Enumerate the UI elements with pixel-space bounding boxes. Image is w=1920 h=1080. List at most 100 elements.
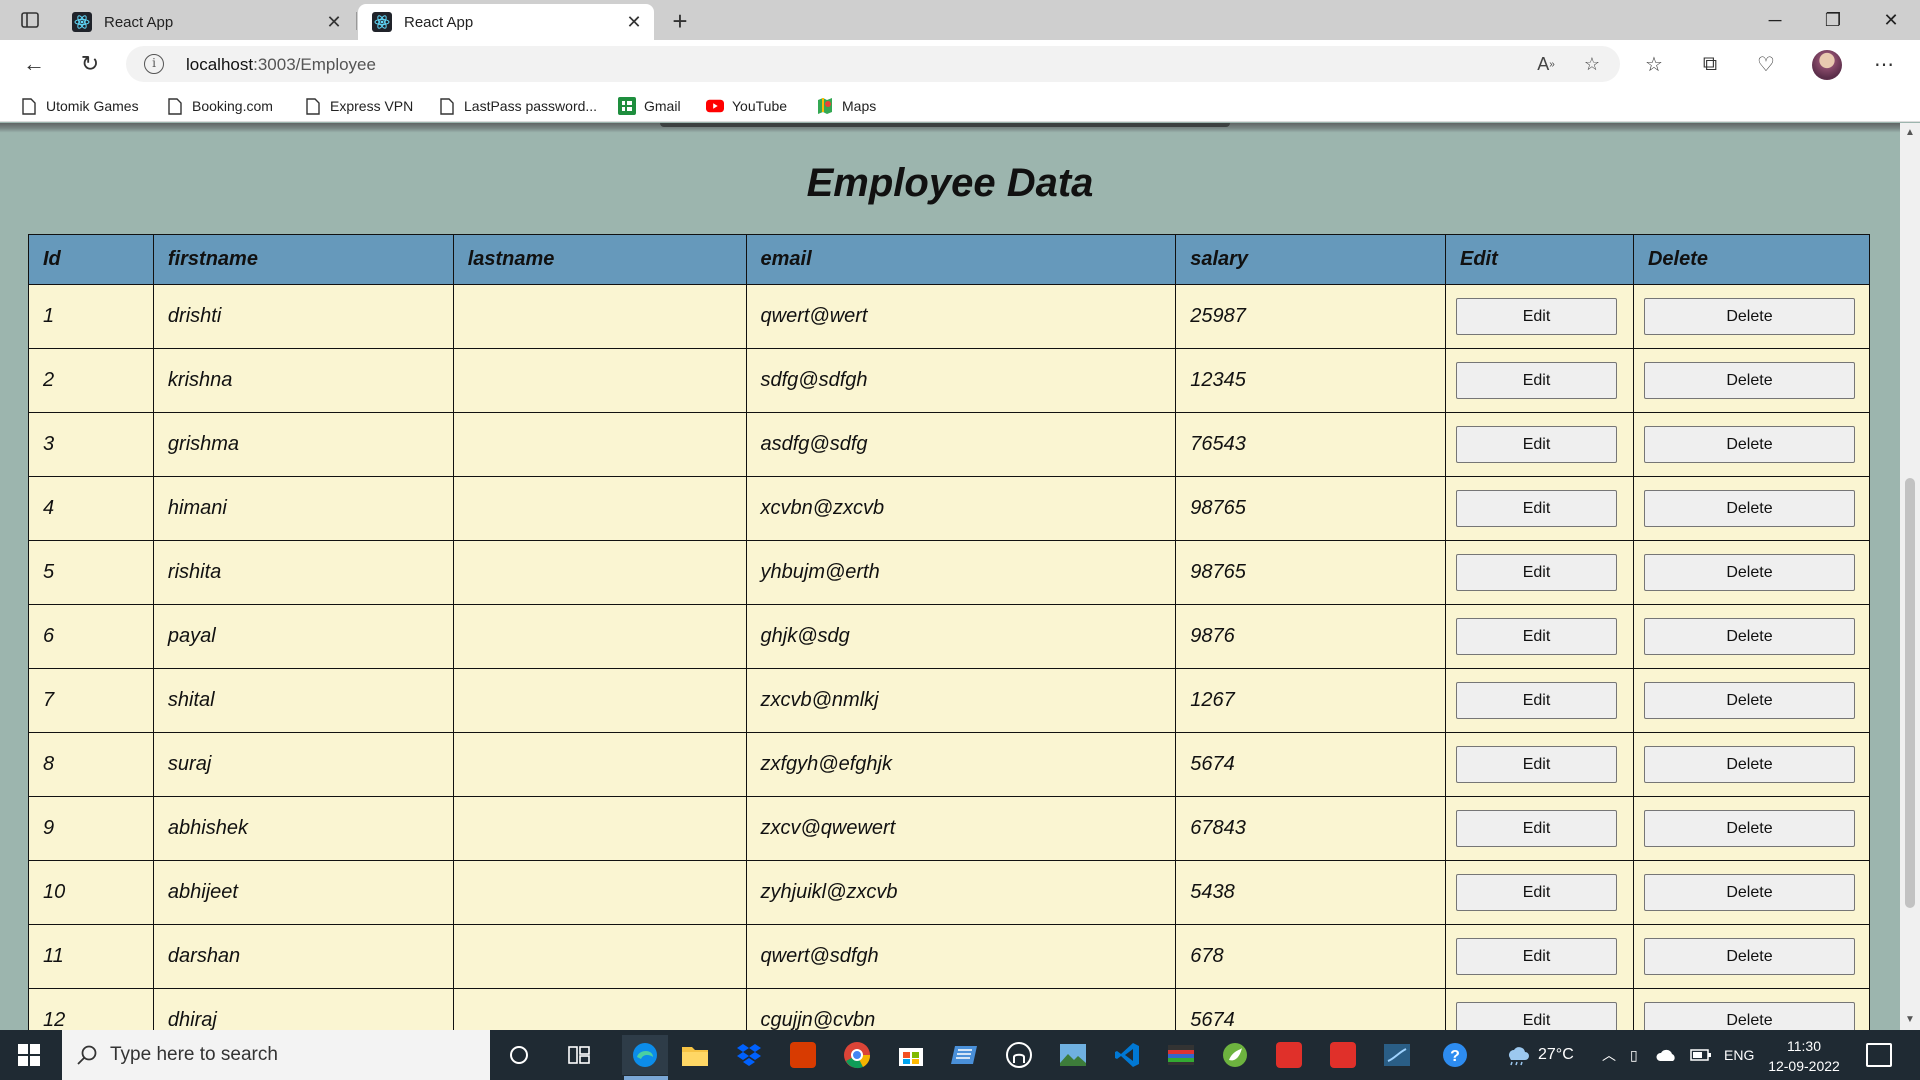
delete-button[interactable]: Delete — [1643, 362, 1855, 399]
cell-id: 12 — [28, 988, 154, 1030]
taskbar-clock[interactable]: 11:30 12-09-2022 — [1764, 1036, 1844, 1076]
edit-button[interactable]: Edit — [1456, 490, 1617, 527]
tablet-icon[interactable]: ▯ — [1630, 1030, 1638, 1080]
edit-button[interactable]: Edit — [1456, 426, 1617, 463]
table-row: 1 drishti qwert@wert 25987 Edit Delete — [28, 284, 1871, 349]
edit-button[interactable]: Edit — [1456, 682, 1617, 719]
cell-lastname — [452, 476, 747, 541]
bookmark-lastpass[interactable]: LastPass password... — [438, 96, 597, 116]
edit-button[interactable]: Edit — [1456, 618, 1617, 655]
delete-button[interactable]: Delete — [1643, 298, 1855, 335]
delete-button[interactable]: Delete — [1643, 682, 1855, 719]
weather-widget[interactable]: 27°C — [1504, 1030, 1574, 1080]
browser-essentials-icon[interactable]: ♡ — [1750, 48, 1782, 80]
edit-button[interactable]: Edit — [1456, 810, 1617, 847]
page-icon — [438, 97, 456, 115]
language-indicator[interactable]: ENG — [1724, 1030, 1754, 1080]
git-app-2-icon[interactable] — [1320, 1035, 1366, 1075]
show-hidden-icons[interactable]: ︿ — [1602, 1030, 1616, 1080]
microsoft-store-icon[interactable] — [888, 1035, 934, 1075]
read-aloud-icon[interactable]: A» — [1532, 52, 1560, 76]
minimize-icon[interactable]: ─ — [1746, 0, 1804, 40]
database-tool-icon[interactable] — [1374, 1035, 1420, 1075]
tab-actions-icon[interactable] — [14, 8, 46, 32]
help-icon[interactable]: ? — [1432, 1035, 1478, 1075]
add-favorite-icon[interactable]: ☆ — [1578, 52, 1606, 76]
edit-button[interactable]: Edit — [1456, 746, 1617, 783]
battery-icon[interactable] — [1690, 1030, 1712, 1080]
tab-react-app-2[interactable]: React App ✕ — [358, 4, 654, 40]
tab-strip: React App ✕ React App ✕ + ─ ❐ ✕ — [0, 0, 1920, 40]
terminal-app-icon[interactable] — [1158, 1035, 1204, 1075]
edit-button[interactable]: Edit — [1456, 554, 1617, 591]
bookmark-booking[interactable]: Booking.com — [166, 96, 273, 116]
edit-button[interactable]: Edit — [1456, 298, 1617, 335]
edit-button[interactable]: Edit — [1456, 938, 1617, 975]
office-icon[interactable] — [780, 1035, 826, 1075]
new-tab-icon[interactable]: + — [666, 6, 694, 37]
delete-button[interactable]: Delete — [1643, 426, 1855, 463]
notes-app-icon[interactable] — [942, 1035, 988, 1075]
browser-toolbar: ← ↻ i localhost:3003/Employee A» ☆ ☆ ⧉ ♡… — [0, 40, 1920, 88]
delete-button[interactable]: Delete — [1643, 810, 1855, 847]
cell-email: sdfg@sdfgh — [745, 348, 1177, 413]
github-desktop-icon[interactable] — [996, 1035, 1042, 1075]
close-tab-icon[interactable]: ✕ — [320, 12, 348, 33]
taskbar-search-box[interactable]: Type here to search — [62, 1030, 490, 1080]
bookmark-youtube[interactable]: YouTube — [706, 96, 787, 116]
cell-lastname — [452, 988, 747, 1030]
spring-tools-icon[interactable] — [1212, 1035, 1258, 1075]
vscode-icon[interactable] — [1104, 1035, 1150, 1075]
bookmark-express-vpn[interactable]: Express VPN — [304, 96, 413, 116]
git-app-icon[interactable] — [1266, 1035, 1312, 1075]
photos-app-icon[interactable] — [1050, 1035, 1096, 1075]
address-bar[interactable]: i localhost:3003/Employee A» ☆ — [126, 46, 1620, 82]
chrome-icon[interactable] — [834, 1035, 880, 1075]
delete-button[interactable]: Delete — [1643, 1002, 1855, 1030]
cortana-icon[interactable] — [496, 1035, 542, 1075]
column-header-id: Id — [28, 234, 154, 285]
cell-lastname — [452, 924, 747, 989]
edit-button[interactable]: Edit — [1456, 362, 1617, 399]
edit-button[interactable]: Edit — [1456, 874, 1617, 911]
url-text[interactable]: localhost:3003/Employee — [186, 55, 376, 75]
search-icon — [76, 1044, 98, 1066]
tab-react-app-1[interactable]: React App ✕ — [58, 4, 354, 40]
delete-button[interactable]: Delete — [1643, 554, 1855, 591]
delete-button[interactable]: Delete — [1643, 938, 1855, 975]
scroll-down-icon[interactable]: ▼ — [1900, 1010, 1920, 1030]
windows-start-icon[interactable] — [0, 1030, 58, 1080]
task-view-icon[interactable] — [556, 1035, 602, 1075]
collections-icon[interactable]: ⧉ — [1694, 48, 1726, 80]
favorites-icon[interactable]: ☆ — [1638, 48, 1670, 80]
close-window-icon[interactable]: ✕ — [1862, 0, 1920, 40]
dropbox-icon[interactable] — [726, 1035, 772, 1075]
bookmark-gmail[interactable]: Gmail — [618, 96, 681, 116]
profile-avatar[interactable] — [1812, 50, 1842, 80]
svg-text:?: ? — [1450, 1048, 1460, 1065]
more-menu-icon[interactable]: ⋯ — [1868, 48, 1900, 80]
refresh-icon[interactable]: ↻ — [74, 48, 106, 80]
edit-button[interactable]: Edit — [1456, 1002, 1617, 1030]
onedrive-icon[interactable] — [1656, 1030, 1678, 1080]
notification-center-icon[interactable] — [1866, 1043, 1892, 1067]
delete-button[interactable]: Delete — [1643, 618, 1855, 655]
cell-lastname — [452, 860, 747, 925]
back-icon[interactable]: ← — [18, 48, 50, 80]
scroll-up-icon[interactable]: ▲ — [1900, 123, 1920, 143]
delete-button[interactable]: Delete — [1643, 874, 1855, 911]
close-tab-icon[interactable]: ✕ — [620, 12, 648, 33]
cell-email: zxcv@qwewert — [745, 796, 1177, 861]
site-info-icon[interactable]: i — [144, 54, 164, 74]
bookmark-utomik-games[interactable]: Utomik Games — [20, 96, 139, 116]
react-logo-icon — [372, 12, 392, 32]
restore-icon[interactable]: ❐ — [1804, 0, 1862, 40]
bookmark-maps[interactable]: Maps — [816, 96, 876, 116]
edge-browser-icon[interactable] — [622, 1035, 668, 1075]
delete-button[interactable]: Delete — [1643, 490, 1855, 527]
file-explorer-icon[interactable] — [672, 1035, 718, 1075]
delete-button[interactable]: Delete — [1643, 746, 1855, 783]
scrollbar-thumb[interactable] — [1905, 478, 1915, 908]
page-scrollbar[interactable]: ▲ ▼ — [1900, 123, 1920, 1030]
cell-id: 7 — [28, 668, 154, 733]
